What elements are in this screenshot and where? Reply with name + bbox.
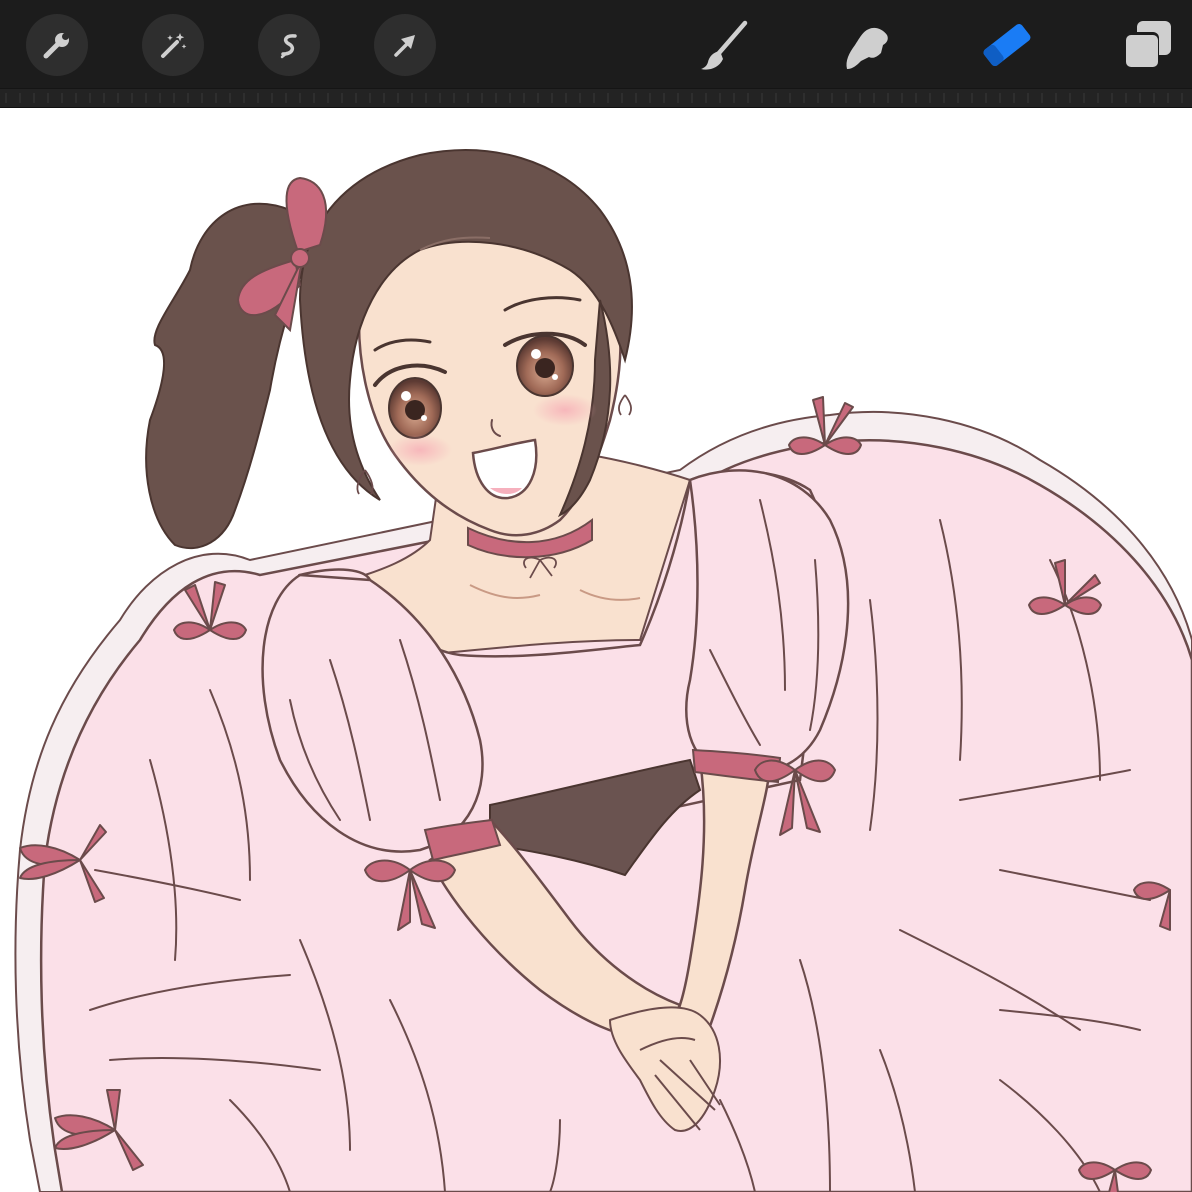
ruler-ticks (5, 93, 1183, 103)
brush-tool-button[interactable] (690, 10, 760, 80)
wrench-icon (39, 27, 75, 63)
selection-s-icon (271, 27, 307, 63)
procreate-app (0, 0, 1192, 1192)
actions-button[interactable] (26, 14, 88, 76)
drawing-canvas[interactable] (0, 108, 1192, 1192)
top-toolbar (0, 0, 1192, 88)
artwork-illustration (14, 149, 1192, 1192)
selection-button[interactable] (258, 14, 320, 76)
brush-icon (693, 13, 757, 77)
canvas-ruler-strip (0, 88, 1192, 108)
smudge-tool-button[interactable] (830, 10, 900, 80)
arrow-cursor-icon (387, 27, 423, 63)
eraser-icon (975, 13, 1039, 77)
transform-button[interactable] (374, 14, 436, 76)
magic-wand-icon (155, 27, 191, 63)
adjustments-button[interactable] (142, 14, 204, 76)
eraser-tool-button[interactable] (972, 10, 1042, 80)
layers-icon (1115, 13, 1179, 77)
smudge-finger-icon (833, 13, 897, 77)
layers-button[interactable] (1112, 10, 1182, 80)
